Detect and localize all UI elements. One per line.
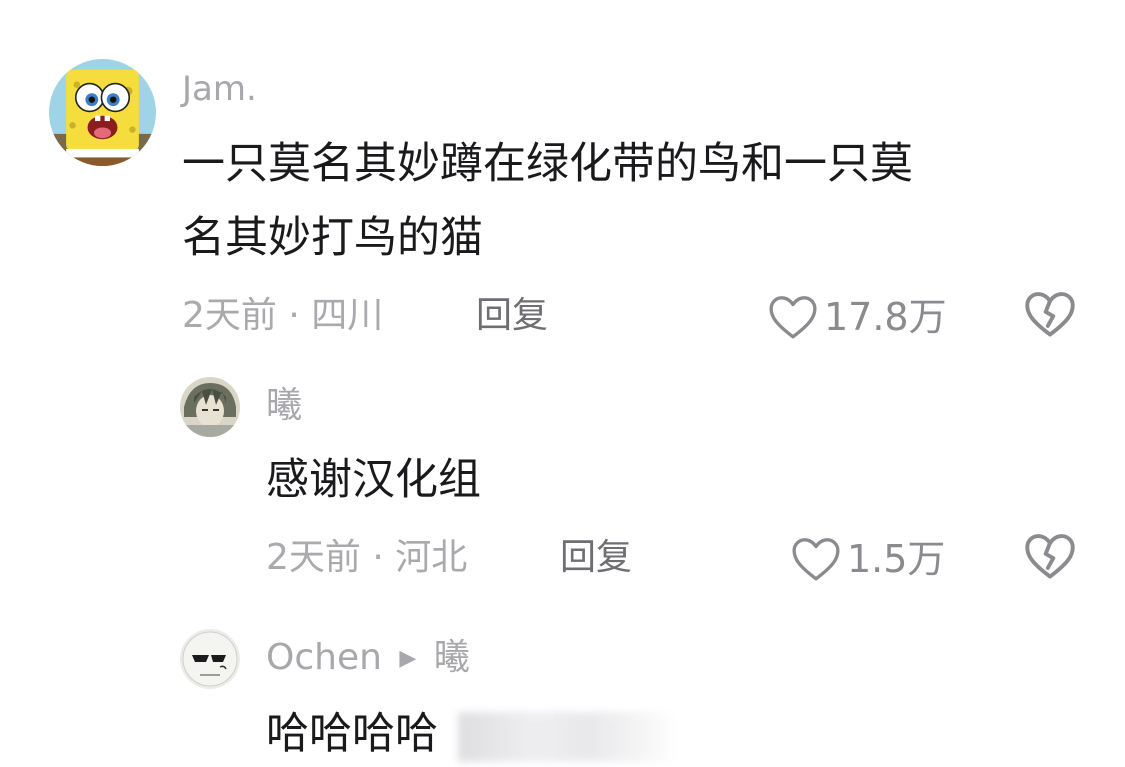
like-button[interactable]: 17.8万 bbox=[768, 294, 947, 340]
comment-username-line: Ochen ▶ 曦 bbox=[266, 640, 470, 676]
reply-button[interactable]: 回复 bbox=[560, 540, 632, 576]
blurred-text-overlay bbox=[458, 712, 676, 762]
heart-outline-icon bbox=[769, 296, 817, 339]
comment-text: 感谢汉化组 bbox=[266, 455, 481, 505]
reply-button[interactable]: 回复 bbox=[476, 298, 548, 334]
comment-meta: 2天前 · 四川 bbox=[182, 298, 383, 334]
comment-time: 2天前 bbox=[266, 537, 361, 578]
comment-username[interactable]: 曦 bbox=[266, 388, 302, 424]
user-avatar-ochen[interactable] bbox=[180, 629, 240, 689]
comment-text: 哈哈哈哈 bbox=[266, 709, 438, 759]
anime-character-avatar-icon bbox=[180, 377, 240, 437]
heart-outline-icon bbox=[792, 538, 840, 581]
comment-location: 四川 bbox=[311, 295, 384, 336]
meta-separator: · bbox=[372, 537, 384, 578]
broken-heart-icon bbox=[1025, 534, 1075, 579]
comment-text: 名其妙打鸟的猫 bbox=[182, 213, 483, 263]
comment-text: 一只莫名其妙蹲在绿化带的鸟和一只莫 bbox=[182, 139, 913, 189]
comment-time: 2天前 bbox=[182, 295, 277, 336]
user-avatar-xi[interactable] bbox=[180, 377, 240, 437]
spongebob-avatar-icon bbox=[49, 59, 156, 166]
comment-username[interactable]: Ochen bbox=[266, 637, 382, 678]
broken-heart-icon bbox=[1025, 292, 1075, 337]
like-count: 1.5万 bbox=[847, 537, 946, 581]
dislike-button[interactable] bbox=[1024, 290, 1076, 338]
sunglasses-doodle-avatar-icon bbox=[180, 629, 240, 689]
comment-meta: 2天前 · 河北 bbox=[266, 540, 467, 576]
comment-location: 河北 bbox=[395, 537, 468, 578]
reply-arrow-icon: ▶ bbox=[399, 646, 417, 671]
like-count: 17.8万 bbox=[824, 295, 947, 339]
user-avatar-jam[interactable] bbox=[49, 59, 156, 166]
comment-username[interactable]: Jam. bbox=[182, 72, 257, 106]
dislike-button[interactable] bbox=[1024, 532, 1076, 580]
meta-separator: · bbox=[288, 295, 300, 336]
reply-to-username[interactable]: 曦 bbox=[434, 637, 470, 678]
like-button[interactable]: 1.5万 bbox=[791, 536, 945, 582]
